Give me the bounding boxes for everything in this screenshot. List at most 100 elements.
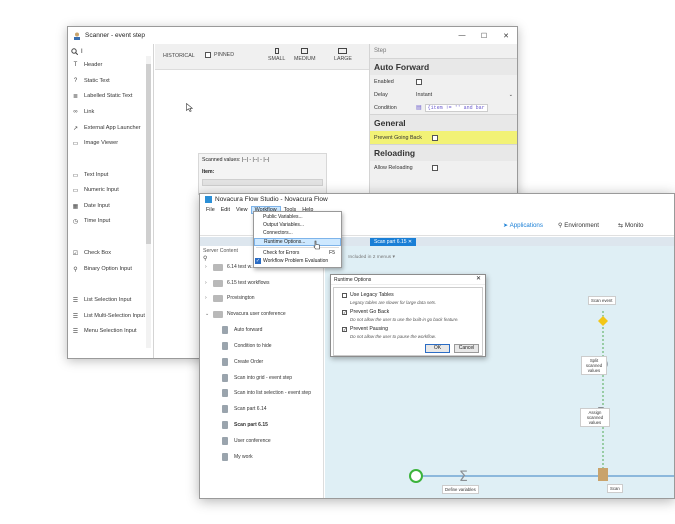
workflow-item[interactable]: Scan into grid - event step [222,373,292,383]
prevent-go-back-checkbox[interactable]: ✓ [342,309,347,315]
pinned-toggle[interactable]: PINNED [205,52,234,58]
workflow-item[interactable]: Create Order [222,357,263,367]
expand-caret-icon[interactable]: › [205,295,210,301]
prevent-going-back-checkbox[interactable] [432,134,438,141]
menu-problem-evaluation[interactable]: ✓ Workflow Problem Evaluation [254,257,341,265]
minimize-button[interactable]: — [451,32,473,40]
allow-reloading-label: Allow Reloading [374,164,413,171]
menu-public-variables[interactable]: Public Variables... [254,213,341,221]
workflow-item[interactable]: Scan part 6.14 [222,404,267,414]
folder-item[interactable]: › 6.15 test workflows [205,278,270,288]
palette-search-input[interactable]: I [81,49,83,55]
menu-file[interactable]: File [203,207,218,213]
pinned-checkbox[interactable] [205,52,211,58]
palette-item[interactable]: ⚲ Binary Option Input [71,264,149,274]
folder-item[interactable]: ⌄ Novacura user conference [205,309,286,319]
palette-item[interactable]: ▭ Numeric Input [71,185,149,195]
menu-runtime-options[interactable]: Runtime Options... [254,238,341,246]
auto-forward-section[interactable]: Auto Forward [370,58,517,75]
folder-item[interactable]: › Provisington [205,293,255,303]
tree-item-label: Scan part 6.15 [234,422,268,428]
nav-applications-label: Applications [509,222,543,229]
option-legacy-tables[interactable]: Use Legacy Tables [342,292,394,298]
size-small-button[interactable]: SMALL [268,48,285,62]
palette-item[interactable]: ☰ Menu Selection Input [71,326,149,336]
palette-search[interactable]: I [71,46,150,57]
workflow-item[interactable]: Auto forward [222,325,262,335]
server-content-panel: Server Content ⚲ › 6.14 test w... › 6.15 te… [200,246,324,498]
palette-item[interactable]: ◷ Time Input [71,216,149,226]
maximize-button[interactable]: ☐ [473,32,495,40]
prevent-pausing-checkbox[interactable]: ✓ [342,326,347,332]
item-input[interactable] [202,179,323,186]
node-define[interactable]: Define variables [442,485,479,494]
delay-value[interactable]: Instant [416,92,432,98]
menu-output-variables[interactable]: Output Variables... [254,221,341,229]
palette-item[interactable]: ? Static Text [71,76,149,86]
allow-reloading-checkbox[interactable] [432,164,438,171]
historical-label: HISTORICAL [163,53,195,59]
folder-icon [213,310,223,318]
legacy-tables-checkbox[interactable] [342,292,347,298]
nav-applications[interactable]: ➤ Applications [503,222,543,229]
palette-item[interactable]: ↗ External App Launcher [71,123,149,133]
monitor-icon [338,48,348,54]
nav-monitor[interactable]: ⇆ Monito [618,222,643,229]
palette-item[interactable]: ☰ List Selection Input [71,295,149,305]
expression-icon[interactable]: ▤ [416,104,422,111]
condition-input[interactable]: {item != '' and bar [424,103,488,112]
enabled-checkbox[interactable] [416,78,422,85]
start-node[interactable] [409,469,423,483]
sigma-icon[interactable]: Σ [459,469,468,485]
node-scan-event[interactable]: Scan event [588,296,616,305]
palette-item[interactable]: ▦ Date Input [71,201,149,211]
folder-item[interactable]: › 6.14 test w... [205,262,255,272]
tab-scan-part[interactable]: Scan part 6.15 ✕ [370,238,417,246]
workflow-item[interactable]: Scan part 6.15 [222,420,268,430]
condition-label: Condition [374,104,397,111]
palette-item[interactable]: ☰ List Multi-Selection Input [71,311,149,321]
folder-icon [213,279,223,287]
palette-item[interactable]: ≣ Labelled Static Text [71,91,149,101]
close-button[interactable]: ✕ [495,32,517,40]
palette-scrollbar[interactable] [146,56,151,348]
historical-button[interactable]: HISTORICAL [163,53,195,59]
node-assign[interactable]: Assign scanned values [580,408,610,427]
menu-edit[interactable]: Edit [218,207,233,213]
option-prevent-pausing[interactable]: ✓ Prevent Pausing [342,326,388,332]
flow-window-title: Novacura Flow Studio - Novacura Flow [215,196,328,203]
size-medium-button[interactable]: MEDIUM [294,48,315,62]
menu-check-errors[interactable]: Check for Errors F5 [254,249,341,257]
option-prevent-go-back[interactable]: ✓ Prevent Go Back [342,309,389,315]
workflow-item[interactable]: Condition to hide [222,341,272,351]
size-large-button[interactable]: LARGE [334,48,352,62]
palette-item-label: Link [84,109,95,115]
scan-user-icon[interactable] [598,468,608,481]
node-split[interactable]: Split scanned values [581,356,607,375]
palette-item[interactable]: ▭ Image Viewer [71,138,149,148]
dialog-close-button[interactable]: ✕ [476,275,481,282]
menu-connectors[interactable]: Connectors... [254,229,341,237]
chevron-down-icon[interactable]: ⌄ [509,92,513,98]
cancel-button[interactable]: Cancel [454,344,479,353]
workflow-item[interactable]: Scan into list selection - event step [222,388,311,398]
workflow-item[interactable]: My work [222,452,253,462]
nav-environment[interactable]: ⚲ Environment [558,222,599,229]
node-scan[interactable]: Scan [607,484,623,493]
palette-item[interactable]: ▭ Text Input [71,170,149,180]
lightning-icon[interactable] [598,316,608,326]
expand-caret-icon[interactable]: › [205,280,210,286]
palette-item[interactable]: T Header [71,60,149,70]
reloading-section[interactable]: Reloading [370,144,517,161]
tablet-icon [301,48,309,54]
enabled-label: Enabled [374,78,394,85]
palette-item[interactable]: ☑ Check Box [71,248,149,258]
workflow-item[interactable]: User conference [222,436,271,446]
menu-view[interactable]: View [233,207,251,213]
expand-caret-icon[interactable]: › [205,264,210,270]
palette-item[interactable]: ∞ Link [71,107,149,117]
general-section[interactable]: General [370,114,517,131]
ok-button[interactable]: OK [425,344,450,353]
palette-scroll-thumb[interactable] [146,64,151,244]
expand-caret-icon[interactable]: ⌄ [205,311,210,317]
